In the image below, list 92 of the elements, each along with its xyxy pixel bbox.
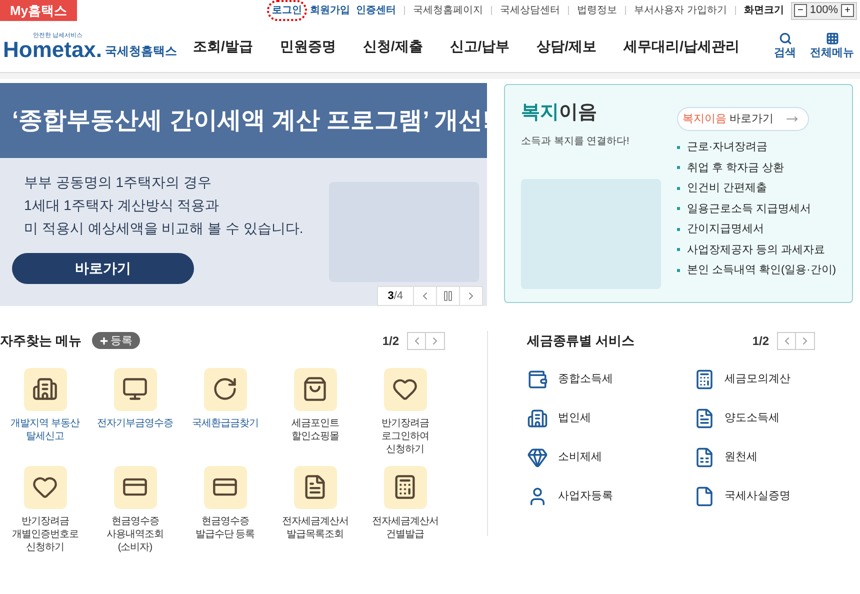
monitor-icon	[122, 376, 148, 402]
banner-text: 부부 공동명의 1주택자의 경우	[24, 173, 212, 192]
zoom-out-button[interactable]: −	[794, 4, 807, 17]
welfare-link[interactable]: 일용근로소득 지급명세서	[686, 200, 811, 217]
refresh-icon	[212, 376, 238, 402]
menu-label: 현금영수증 발급수단 등록	[195, 514, 255, 540]
menu-label: 국세환급금찾기	[192, 416, 258, 430]
gem-icon	[527, 446, 548, 468]
page-counter: 1/2	[382, 332, 399, 350]
top-link[interactable]: 화면크기	[740, 3, 787, 18]
quick-menu-item[interactable]: 국세환급금찾기	[180, 368, 270, 456]
banner-text: 미 적용시 예상세액을 비교해 볼 수 있습니다.	[24, 219, 304, 238]
quick-menu-item[interactable]: 현금영수증 사용내역조회 (소비자)	[90, 466, 180, 554]
file-icon	[694, 486, 714, 506]
top-link[interactable]: 부서사용자 가입하기	[631, 3, 730, 18]
hometax-logo[interactable]: Hometax.	[3, 38, 102, 60]
menu-label: 전자세금계산서 발급목록조회	[282, 514, 348, 540]
welfare-link[interactable]: 본인 소득내역 확인(일용·간이)	[686, 262, 836, 278]
grid-menu-icon	[826, 32, 838, 45]
zoom-value: 100%	[810, 3, 838, 18]
welfare-link[interactable]: 근로·자녀장려금	[686, 139, 768, 156]
spreadsheet-icon	[694, 446, 714, 468]
tax-service-link[interactable]: 법인세	[527, 408, 694, 428]
menu-label: 개발지역 부동산 탈세신고	[10, 416, 80, 442]
quick-menu-item[interactable]: 개발지역 부동산 탈세신고	[0, 368, 90, 456]
top-link[interactable]: 국세청홈페이지	[410, 3, 486, 18]
welfare-link[interactable]: 사업장제공자 등의 과세자료	[686, 242, 826, 258]
welfare-subtitle: 소득과 복지를 연결하다!	[521, 134, 630, 148]
tax-service-link[interactable]: 사업자등록	[527, 486, 694, 506]
search-icon	[778, 32, 792, 45]
bag-icon	[302, 376, 328, 402]
logo-subtitle: 국세청홈택스	[105, 42, 178, 60]
welfare-link[interactable]: 간이지급명세서	[686, 221, 764, 238]
welfare-link[interactable]: 취업 후 학자금 상환	[686, 160, 784, 176]
nav-menu-item[interactable]: 상담/제보	[536, 36, 597, 57]
tax-service-link[interactable]: 양도소득세	[694, 408, 860, 428]
quick-menu-item[interactable]: 세금포인트 할인쇼핑몰	[270, 368, 360, 456]
add-button[interactable]: 등록	[92, 332, 140, 350]
heart-icon	[392, 376, 418, 402]
welfare-link[interactable]: 인건비 간편제출	[686, 180, 767, 196]
prev-button[interactable]	[407, 332, 426, 350]
welfare-link-button[interactable]: 복지이음 바로가기	[676, 107, 809, 131]
quick-menu-item[interactable]: 현금영수증 발급수단 등록	[180, 466, 270, 554]
tax-service-link[interactable]: 원천세	[694, 446, 860, 468]
quick-menu-item[interactable]: 전자세금계산서 건별발급	[360, 466, 450, 554]
building-icon	[527, 408, 548, 428]
top-link[interactable]: 로그인	[267, 0, 308, 21]
top-link[interactable]: 인증센터	[353, 3, 400, 18]
my-hometax-tab[interactable]: My홈택스	[0, 0, 78, 21]
next-button[interactable]	[426, 332, 445, 350]
tax-service-link[interactable]: 세금모의계산	[694, 368, 860, 390]
page-counter: 1/2	[752, 332, 769, 350]
search-button[interactable]: 검색	[774, 32, 796, 62]
plus-icon	[98, 336, 109, 346]
all-menu-button[interactable]: 전체메뉴	[810, 32, 854, 62]
banner-text: 1세대 1주택자 계산방식 적용과	[24, 196, 220, 215]
menu-label: 반기장려금 개별인증번호로 신청하기	[12, 514, 78, 554]
banner-go-button[interactable]: 바로가기	[12, 253, 194, 284]
prev-button[interactable]	[777, 332, 796, 350]
quick-menu-item[interactable]: 반기장려금 로그인하여 신청하기	[360, 368, 450, 456]
pause-icon	[442, 290, 454, 302]
next-button[interactable]	[796, 332, 815, 350]
slide-counter: 3/4	[386, 288, 404, 304]
building-icon	[32, 376, 58, 402]
tax-service-link[interactable]: 국세사실증명	[694, 486, 860, 506]
nav-menu-item[interactable]: 신청/제출	[362, 36, 423, 57]
section-title: 자주찾는 메뉴	[0, 332, 82, 350]
tax-service-link[interactable]: 종합소득세	[527, 368, 694, 390]
nav-menu-item[interactable]: 세무대리/납세관리	[624, 36, 740, 57]
quick-menu-item[interactable]: 전자기부금영수증	[90, 368, 180, 456]
menu-label: 현금영수증 사용내역조회 (소비자)	[106, 514, 164, 554]
banner-headline: ‘종합부동산세 간이세액 계산 프로그램’ 개선!	[12, 106, 491, 136]
menu-label: 전자기부금영수증	[97, 416, 173, 430]
nav-menu-item[interactable]: 조회/발급	[193, 36, 253, 57]
quick-menu-item[interactable]: 전자세금계산서 발급목록조회	[270, 466, 360, 554]
menu-label: 세금포인트 할인쇼핑몰	[291, 416, 339, 442]
nav-menu-item[interactable]: 신고/납부	[450, 36, 510, 57]
nav-menu-item[interactable]: 민원증명	[280, 36, 336, 57]
calculator-icon	[694, 368, 714, 390]
top-link[interactable]: 국세상담센터	[497, 3, 564, 18]
document-icon	[694, 408, 714, 428]
top-link[interactable]: 회원가입	[307, 3, 354, 18]
menu-label: 전자세금계산서 건별발급	[372, 514, 438, 540]
section-title: 세금종류별 서비스	[527, 332, 635, 350]
zoom-in-button[interactable]: +	[841, 4, 854, 17]
wallet-icon	[527, 368, 548, 390]
welfare-title: 복지 이음	[521, 101, 598, 125]
top-link[interactable]: 법령정보	[574, 3, 620, 18]
tax-service-link[interactable]: 소비제세	[527, 446, 694, 468]
menu-label: 반기장려금 로그인하여 신청하기	[381, 416, 429, 456]
heart-icon	[32, 474, 58, 500]
quick-menu-item[interactable]: 반기장려금 개별인증번호로 신청하기	[0, 466, 90, 554]
